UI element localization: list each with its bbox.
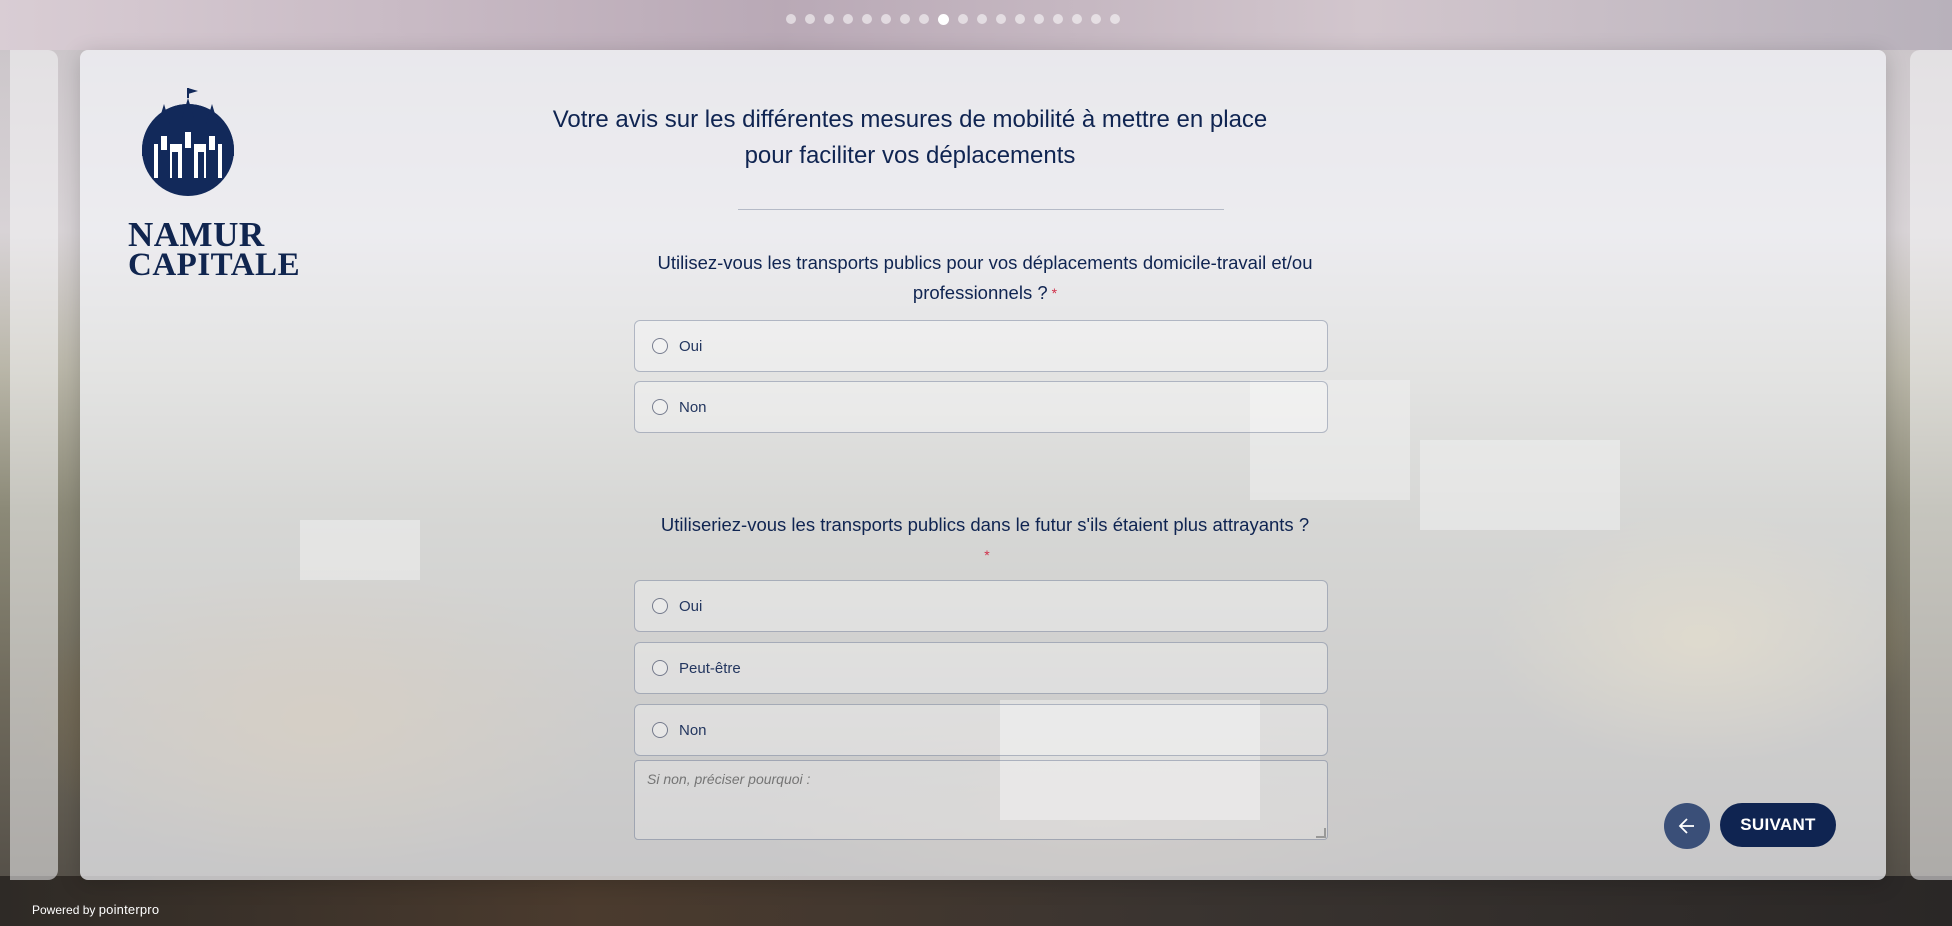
question-2-text: Utiliseriez-vous les transports publics … xyxy=(660,514,1310,535)
pager-dot[interactable] xyxy=(1091,14,1101,24)
pager-dot[interactable] xyxy=(1015,14,1025,24)
pager-dot[interactable] xyxy=(900,14,910,24)
resize-handle-icon[interactable] xyxy=(1316,828,1326,838)
pager-dot[interactable] xyxy=(977,14,987,24)
q2-option-oui[interactable]: Oui xyxy=(634,580,1328,632)
previous-card-edge[interactable] xyxy=(10,50,58,880)
q2-option-non[interactable]: Non xyxy=(634,704,1328,756)
survey-card: NAMUR CAPITALE Votre avis sur les différ… xyxy=(80,50,1886,880)
sky-band xyxy=(0,0,1952,50)
namur-capitale-logo: NAMUR CAPITALE xyxy=(128,86,301,283)
title-divider xyxy=(738,209,1224,210)
required-marker: * xyxy=(1051,285,1058,301)
q1-option-non[interactable]: Non xyxy=(634,381,1328,433)
page-title: Votre avis sur les différentes mesures d… xyxy=(552,106,1268,169)
pager-dot[interactable] xyxy=(881,14,891,24)
option-label: Oui xyxy=(679,597,703,615)
pager-dots xyxy=(786,13,1120,25)
pager-dot[interactable] xyxy=(958,14,968,24)
pager-dot[interactable] xyxy=(843,14,853,24)
pager-dot[interactable] xyxy=(1053,14,1063,24)
question-1-text: Utilisez-vous les transports publics pou… xyxy=(657,252,1313,303)
pager-dot[interactable] xyxy=(824,14,834,24)
pager-dot[interactable] xyxy=(919,14,929,24)
option-label: Non xyxy=(679,721,707,739)
pager-dot[interactable] xyxy=(1072,14,1082,24)
pager-dot[interactable] xyxy=(1034,14,1044,24)
radio-icon[interactable] xyxy=(652,660,668,676)
logo-line-1: NAMUR xyxy=(128,215,265,254)
required-marker: * xyxy=(984,547,990,563)
powered-by-footer[interactable]: Powered by pointerpro xyxy=(32,902,159,917)
question-1: Utilisez-vous les transports publics pou… xyxy=(640,248,1330,308)
pager-dot[interactable] xyxy=(805,14,815,24)
powered-by-prefix: Powered by xyxy=(32,903,96,917)
option-label: Oui xyxy=(679,337,703,355)
pager-dot[interactable] xyxy=(862,14,872,24)
logo-line-2: CAPITALE xyxy=(128,247,301,283)
pointerpro-brand: pointerpro xyxy=(98,902,160,917)
ground-band xyxy=(0,876,1952,926)
pager-dot-active[interactable] xyxy=(938,13,949,25)
pager-dot[interactable] xyxy=(1110,14,1120,24)
pager-dot[interactable] xyxy=(786,14,796,24)
option-label: Peut-être xyxy=(679,659,741,677)
option-label: Non xyxy=(679,398,707,416)
question-2: Utiliseriez-vous les transports publics … xyxy=(620,510,1350,570)
next-card-edge[interactable] xyxy=(1910,50,1952,880)
radio-icon[interactable] xyxy=(652,722,668,738)
logo-wordmark: NAMUR CAPITALE xyxy=(128,215,301,283)
q1-option-oui[interactable]: Oui xyxy=(634,320,1328,372)
radio-icon[interactable] xyxy=(652,598,668,614)
q2-option-peut-etre[interactable]: Peut-être xyxy=(634,642,1328,694)
pager-dot[interactable] xyxy=(996,14,1006,24)
arrow-left-icon xyxy=(1678,818,1694,834)
next-button[interactable]: SUIVANT xyxy=(1720,803,1836,847)
reason-textarea[interactable] xyxy=(634,760,1328,840)
radio-icon[interactable] xyxy=(652,399,668,415)
radio-icon[interactable] xyxy=(652,338,668,354)
castle-crest-icon xyxy=(142,88,234,196)
back-button[interactable] xyxy=(1664,803,1710,849)
